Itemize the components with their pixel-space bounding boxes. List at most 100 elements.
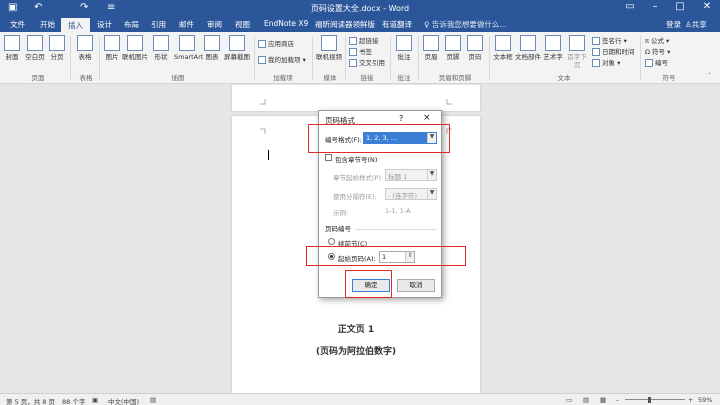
shapes-button[interactable]: 形状: [152, 35, 170, 61]
table-button[interactable]: 表格: [76, 35, 94, 61]
page-numbering-heading: 页码编号: [325, 225, 351, 233]
separator-select[interactable]: - (连字符) ▼: [385, 188, 437, 200]
page-break-button[interactable]: 分页: [49, 35, 65, 61]
addins-icon: [258, 56, 266, 64]
zoom-slider-handle[interactable]: [648, 397, 651, 403]
group-label-tables: 表格: [79, 74, 93, 82]
screenshot-button[interactable]: 屏幕截图: [224, 35, 250, 61]
macro-icon[interactable]: ▤: [150, 396, 156, 404]
tab-mailings[interactable]: 邮件: [177, 19, 196, 30]
close-icon[interactable]: ✕: [697, 1, 717, 15]
online-pictures-button[interactable]: 联机图片: [122, 35, 148, 61]
share-button[interactable]: ♙共享: [685, 19, 707, 30]
footer-button[interactable]: 页脚: [444, 35, 462, 61]
group-label-media: 媒体: [323, 74, 337, 82]
cover-page-button[interactable]: 封面: [4, 35, 20, 61]
close-icon[interactable]: ×: [423, 113, 431, 123]
chapter-style-select[interactable]: 标题 1 ▼: [385, 169, 437, 181]
highlight-ok-button: [345, 270, 392, 298]
bookmark-button[interactable]: 书签: [349, 46, 372, 56]
symbol-button[interactable]: Ω 符号 ▾: [645, 46, 670, 56]
person-icon: ♙: [685, 20, 692, 29]
chart-button[interactable]: 图表: [204, 35, 220, 61]
store-button[interactable]: 应用商店: [258, 38, 294, 48]
hyperlink-button[interactable]: 超链接: [349, 35, 379, 45]
page-count-status[interactable]: 第 5 页，共 8 页: [6, 396, 55, 405]
group-label-addins: 加载项: [273, 74, 293, 82]
cross-reference-button[interactable]: 交叉引用: [349, 57, 385, 67]
tab-design[interactable]: 设计: [95, 19, 114, 30]
chevron-down-icon: ▼: [427, 189, 436, 199]
cancel-button[interactable]: 取消: [397, 279, 435, 292]
numbering-button[interactable]: 编号: [645, 57, 668, 67]
continue-radio[interactable]: [328, 238, 335, 245]
tab-insert[interactable]: 插入: [61, 18, 90, 32]
quick-parts-icon: [520, 35, 536, 51]
store-icon: [258, 40, 266, 48]
print-layout-icon[interactable]: ▤: [583, 396, 589, 404]
comment-button[interactable]: 批注: [395, 35, 413, 61]
zoom-out-icon[interactable]: –: [616, 396, 619, 404]
omega-icon: Ω: [645, 48, 653, 56]
tab-references[interactable]: 引用: [149, 19, 168, 30]
minimize-icon[interactable]: –: [645, 1, 665, 15]
tab-file[interactable]: 文件: [8, 19, 27, 30]
tell-me-search[interactable]: ♀ 告诉我您想要做什么...: [424, 19, 507, 30]
quick-parts-button[interactable]: 文档部件: [515, 35, 541, 61]
group-separator: [418, 36, 419, 80]
date-time-button[interactable]: 日期和时间: [592, 46, 635, 56]
previous-page[interactable]: [232, 85, 480, 111]
tab-view[interactable]: 视图: [233, 19, 252, 30]
blank-page-button[interactable]: 空白页: [24, 35, 46, 61]
smartart-button[interactable]: SmartArt: [174, 35, 203, 61]
login-link[interactable]: 登录: [666, 19, 681, 30]
collapse-ribbon-icon[interactable]: ˆ: [708, 72, 711, 80]
header-button[interactable]: 页眉: [422, 35, 440, 61]
group-label-illustrations: 插图: [171, 74, 185, 82]
include-chapter-label: 包含章节号(N): [335, 156, 378, 164]
maximize-icon[interactable]: □: [670, 1, 690, 15]
help-icon[interactable]: ?: [399, 114, 403, 123]
drop-cap-button[interactable]: 首字下沉: [565, 35, 589, 69]
word-count-status[interactable]: 88 个字: [62, 396, 85, 405]
tab-home[interactable]: 开始: [38, 19, 57, 30]
tab-youdao[interactable]: 有道翻译: [380, 19, 414, 30]
web-layout-icon[interactable]: ▦: [600, 396, 606, 404]
group-label-header-footer: 页眉和页脚: [438, 74, 472, 82]
proofing-icon[interactable]: ▣: [92, 396, 98, 404]
section-divider: [355, 229, 437, 230]
tab-layout[interactable]: 布局: [122, 19, 141, 30]
status-bar: 第 5 页，共 8 页 88 个字 ▣ 中文(中国) ▤ ▭ ▤ ▦ – + 5…: [0, 393, 720, 405]
page-number-button[interactable]: 页码: [466, 35, 484, 61]
my-addins-button[interactable]: 我的加载项 ▾: [258, 54, 306, 64]
group-label-comments: 批注: [397, 74, 411, 82]
object-button[interactable]: 对象 ▾: [592, 57, 620, 67]
equation-button[interactable]: π 公式 ▾: [645, 35, 669, 45]
body-text-line: (页码为阿拉伯数字): [315, 347, 397, 357]
pictures-button[interactable]: 图片: [104, 35, 120, 61]
group-separator: [640, 36, 641, 80]
read-mode-icon[interactable]: ▭: [566, 396, 572, 404]
text-box-button[interactable]: 文本框: [492, 35, 514, 61]
margin-mark: [260, 128, 266, 134]
ribbon-display-icon[interactable]: ▭: [620, 1, 640, 15]
ribbon-insert: 封面 空白页 分页 表格 图片 联机图片 形状 SmartArt 图表 屏幕截图…: [0, 32, 720, 84]
highlight-number-format: [308, 124, 450, 153]
online-video-button[interactable]: 联机视频: [316, 35, 342, 61]
group-separator: [345, 36, 346, 80]
include-chapter-checkbox[interactable]: [325, 154, 332, 161]
zoom-level[interactable]: 59%: [698, 396, 712, 404]
picture-icon: [104, 35, 120, 51]
wordart-button[interactable]: 艺术字: [542, 35, 564, 61]
footer-icon: [445, 35, 461, 51]
tab-endnote[interactable]: EndNote X9: [262, 19, 310, 28]
signature-line-button[interactable]: 签名行 ▾: [592, 35, 627, 45]
tab-review[interactable]: 审阅: [205, 19, 224, 30]
drop-cap-icon: [569, 35, 585, 51]
zoom-slider[interactable]: [625, 399, 685, 400]
language-status[interactable]: 中文(中国): [108, 396, 139, 405]
group-label-links: 链接: [360, 74, 374, 82]
zoom-in-icon[interactable]: +: [688, 396, 693, 404]
wordart-icon: [545, 35, 561, 51]
tab-foxit[interactable]: 福昕阅读器领鲜版: [313, 19, 377, 30]
